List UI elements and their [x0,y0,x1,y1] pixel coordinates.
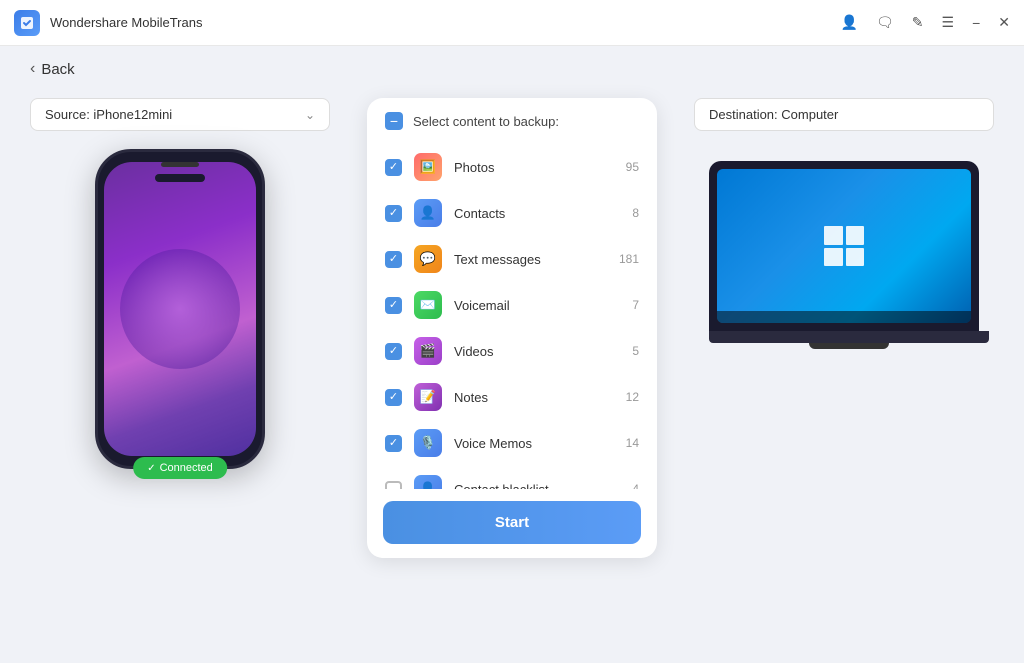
backup-header: Select content to backup: [367,98,657,140]
back-chevron-icon: ‹ [30,60,35,78]
taskbar [717,311,971,323]
phone-image: Connected [95,149,265,469]
minimize-icon[interactable]: − [972,15,980,31]
source-panel: Source: iPhone12mini ⌄ Connected [30,98,330,469]
phone-notch [155,174,205,182]
item-count: 95 [615,160,639,174]
voicememos-icon: 🎙️ [414,429,442,457]
photos-icon: 🖼️ [414,153,442,181]
connected-badge: Connected [133,457,227,479]
blacklist-icon: 👤 [414,475,442,489]
destination-label: Destination: Computer [694,98,994,131]
checkbox-voicemail[interactable] [385,297,402,314]
notes-icon: 📝 [414,383,442,411]
list-item[interactable]: 👤 Contacts 8 [367,190,657,236]
item-count: 12 [615,390,639,404]
checkbox-blacklist[interactable] [385,481,402,490]
laptop-screen-outer [709,161,979,331]
messages-icon: 💬 [414,245,442,273]
main-content: ‹ Back Source: iPhone12mini ⌄ Connected [0,46,1024,663]
screen-circle [120,249,240,369]
back-label: Back [41,61,74,78]
edit-icon[interactable]: ✎ [912,14,924,31]
dropdown-chevron-icon: ⌄ [305,108,315,122]
checkbox-notes[interactable] [385,389,402,406]
start-button[interactable]: Start [383,501,641,544]
select-all-icon[interactable] [385,112,403,130]
item-name: Contact blacklist [454,482,603,490]
videos-icon: 🎬 [414,337,442,365]
source-dropdown[interactable]: Source: iPhone12mini ⌄ [30,98,330,131]
checkbox-photos[interactable] [385,159,402,176]
list-item[interactable]: 🎬 Videos 5 [367,328,657,374]
windows-logo-icon [824,226,864,266]
chat-icon[interactable]: 🗨 [876,14,894,31]
phone-speaker [161,162,199,167]
item-count: 5 [615,344,639,358]
item-name: Text messages [454,252,603,267]
laptop-base [709,331,989,343]
window-controls: 👤 🗨 ✎ ☰ − ✕ [841,14,1010,31]
app-title: Wondershare MobileTrans [50,15,202,30]
menu-icon[interactable]: ☰ [942,14,955,31]
back-button[interactable]: ‹ Back [30,46,994,88]
checkbox-contacts[interactable] [385,205,402,222]
close-icon[interactable]: ✕ [998,14,1010,31]
item-name: Contacts [454,206,603,221]
contacts-icon: 👤 [414,199,442,227]
item-count: 4 [615,482,639,489]
source-label: Source: iPhone12mini [45,107,172,122]
item-name: Voicemail [454,298,603,313]
phone-screen [104,162,256,456]
laptop-image [709,161,979,343]
item-name: Videos [454,344,603,359]
laptop-body [709,161,979,343]
item-count: 14 [615,436,639,450]
item-count: 7 [615,298,639,312]
list-item[interactable]: 🎙️ Voice Memos 14 [367,420,657,466]
phone-body [95,149,265,469]
item-count: 181 [615,252,639,266]
item-name: Photos [454,160,603,175]
list-item[interactable]: 📝 Notes 12 [367,374,657,420]
list-item[interactable]: 👤 Contact blacklist 4 [367,466,657,489]
list-item[interactable]: 💬 Text messages 181 [367,236,657,282]
connected-text: Connected [160,462,213,474]
item-name: Notes [454,390,603,405]
backup-header-text: Select content to backup: [413,114,559,129]
destination-panel: Destination: Computer [694,98,994,343]
list-item[interactable]: 🖼️ Photos 95 [367,144,657,190]
user-icon[interactable]: 👤 [841,14,858,31]
checkbox-videos[interactable] [385,343,402,360]
list-item[interactable]: ✉️ Voicemail 7 [367,282,657,328]
checkbox-voicememos[interactable] [385,435,402,452]
voicemail-icon: ✉️ [414,291,442,319]
laptop-screen-inner [717,169,971,323]
item-name: Voice Memos [454,436,603,451]
backup-panel: Select content to backup: 🖼️ Photos 95 👤 Con… [367,98,657,558]
checkbox-messages[interactable] [385,251,402,268]
backup-list: 🖼️ Photos 95 👤 Contacts 8 💬 Text messages 181 ✉️ V… [367,140,657,489]
item-count: 8 [615,206,639,220]
content-area: Source: iPhone12mini ⌄ Connected [30,88,994,663]
app-logo [14,10,40,36]
title-bar: Wondershare MobileTrans 👤 🗨 ✎ ☰ − ✕ [0,0,1024,46]
